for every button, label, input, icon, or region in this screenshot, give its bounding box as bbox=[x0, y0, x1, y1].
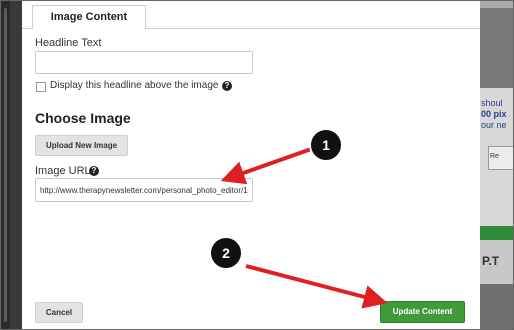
background-text-line: our ne bbox=[481, 120, 507, 130]
tab-strip: Image Content bbox=[22, 0, 480, 29]
background-footer bbox=[480, 284, 514, 330]
image-url-help-icon[interactable]: ? bbox=[89, 166, 99, 176]
background-content: shoul 00 pix our ne Re bbox=[480, 88, 514, 228]
tab-image-content[interactable]: Image Content bbox=[32, 5, 146, 29]
image-url-label: Image URL bbox=[35, 165, 91, 177]
update-content-button[interactable]: Update Content bbox=[380, 301, 465, 323]
cancel-button[interactable]: Cancel bbox=[35, 302, 83, 323]
background-bold-text: P.T bbox=[482, 254, 500, 268]
background-box-text: Re bbox=[490, 153, 499, 160]
upload-new-image-button[interactable]: Upload New Image bbox=[35, 135, 128, 156]
scrollbar[interactable] bbox=[4, 8, 7, 322]
left-edge bbox=[0, 0, 10, 330]
headline-text-label: Headline Text bbox=[35, 37, 102, 49]
choose-image-title: Choose Image bbox=[35, 110, 131, 126]
image-content-dialog: Image Content Headline Text Display this… bbox=[22, 0, 480, 330]
background-page: shoul 00 pix our ne Re P.T bbox=[480, 0, 514, 330]
display-headline-checkbox[interactable] bbox=[36, 82, 46, 92]
background-box: Re bbox=[488, 146, 514, 170]
background-green-bar bbox=[480, 226, 514, 240]
background-text-line: shoul bbox=[481, 98, 503, 108]
headline-text-input[interactable] bbox=[35, 51, 253, 74]
image-url-input[interactable] bbox=[35, 178, 253, 202]
question-circle-icon[interactable]: ? bbox=[222, 81, 232, 91]
background-header bbox=[480, 8, 514, 88]
display-headline-label: Display this headline above the image bbox=[50, 80, 219, 91]
background-text-line: 00 pix bbox=[481, 109, 507, 119]
